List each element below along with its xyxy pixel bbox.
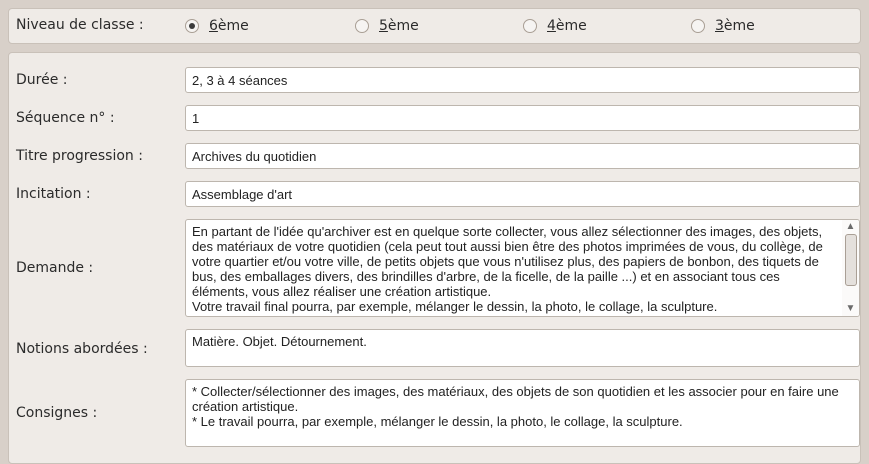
radio-6eme-text: 6ème (209, 18, 249, 34)
radio-4eme-text: 4ème (547, 18, 587, 34)
titre-progression-label: Titre progression : (16, 148, 143, 164)
radio-4eme-indicator[interactable] (523, 19, 537, 33)
duree-field[interactable]: 2, 3 à 4 séances (185, 67, 860, 93)
incitation-label: Incitation : (16, 186, 91, 202)
demande-line: bus, des emballages divers, des brindill… (192, 269, 780, 284)
radio-6eme[interactable]: 6ème (185, 15, 249, 37)
incitation-field[interactable]: Assemblage d'art (185, 181, 860, 207)
notions-line: Matière. Objet. Détournement. (192, 334, 367, 349)
radio-3eme[interactable]: 3ème (691, 15, 755, 37)
demande-scrollbar[interactable]: ▲ ▼ (842, 220, 859, 316)
radio-3eme-text: 3ème (715, 18, 755, 34)
radio-5eme-indicator[interactable] (355, 19, 369, 33)
demande-line: votre quartier et/ou votre ville, de pet… (192, 254, 819, 269)
demande-line: Votre travail final pourra, par exemple,… (192, 299, 718, 314)
demande-label: Demande : (16, 260, 94, 276)
demande-line: En partant de l'idée qu'archiver est en … (192, 224, 823, 239)
radio-5eme[interactable]: 5ème (355, 15, 419, 37)
consignes-line: * Le travail pourra, par exemple, mélang… (192, 414, 683, 429)
duree-label: Durée : (16, 72, 68, 88)
radio-3eme-indicator[interactable] (691, 19, 705, 33)
sequence-form: Durée : 2, 3 à 4 séances Séquence n° : 1… (8, 52, 861, 464)
consignes-line: création artistique. (192, 399, 299, 414)
class-level-panel: Niveau de classe : 6ème 5ème 4ème 3ème (8, 8, 861, 44)
demande-line: éléments, vous allez réaliser une créati… (192, 284, 492, 299)
demande-line: des matériaux de votre quotidien (cela p… (192, 239, 823, 254)
titre-progression-field[interactable]: Archives du quotidien (185, 143, 860, 169)
class-level-label: Niveau de classe : (16, 17, 144, 33)
consignes-line: * Collecter/sélectionner des images, des… (192, 384, 839, 399)
notions-label: Notions abordées : (16, 341, 148, 357)
radio-5eme-text: 5ème (379, 18, 419, 34)
radio-6eme-indicator[interactable] (185, 19, 199, 33)
scroll-up-icon[interactable]: ▲ (842, 220, 859, 234)
sequence-field[interactable]: 1 (185, 105, 860, 131)
notions-textarea[interactable]: Matière. Objet. Détournement. (185, 329, 860, 367)
radio-4eme[interactable]: 4ème (523, 15, 587, 37)
sequence-label: Séquence n° : (16, 110, 115, 126)
consignes-label: Consignes : (16, 405, 98, 421)
scroll-down-icon[interactable]: ▼ (842, 302, 859, 316)
scroll-thumb[interactable] (845, 234, 857, 286)
demande-textarea[interactable]: En partant de l'idée qu'archiver est en … (185, 219, 860, 317)
consignes-textarea[interactable]: * Collecter/sélectionner des images, des… (185, 379, 860, 447)
